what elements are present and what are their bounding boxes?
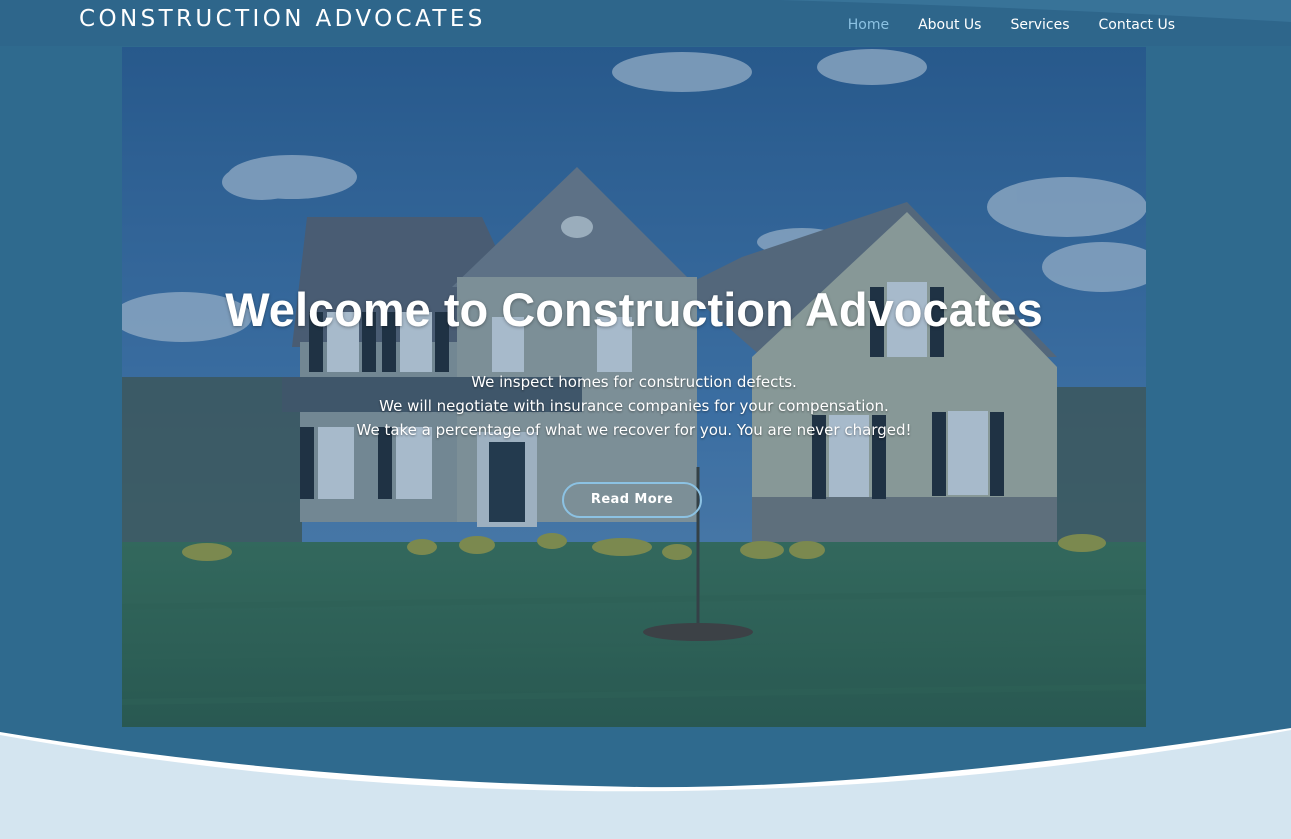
hero-line-percentage: We take a percentage of what we recover … [356,421,912,439]
site-header: CONSTRUCTION ADVOCATES Home About Us Ser… [0,0,1291,46]
hero-line-inspect: We inspect homes for construction defect… [471,373,797,391]
nav-item-contact-us[interactable]: Contact Us [1099,17,1175,33]
page: CONSTRUCTION ADVOCATES Home About Us Ser… [0,0,1291,839]
hero-content: Welcome to Construction Advocates We ins… [122,280,1146,442]
read-more-button[interactable]: Read More [562,482,702,518]
nav-item-home[interactable]: Home [848,17,889,33]
hero-line-negotiate: We will negotiate with insurance compani… [379,397,889,415]
nav-item-services[interactable]: Services [1010,17,1069,33]
site-logo-text[interactable]: CONSTRUCTION ADVOCATES [79,6,486,32]
nav-item-about-us[interactable]: About Us [918,17,981,33]
hero-title: Welcome to Construction Advocates [225,283,1043,336]
hero-description: We inspect homes for construction defect… [122,370,1146,442]
main-nav: Home About Us Services Contact Us [819,17,1175,33]
